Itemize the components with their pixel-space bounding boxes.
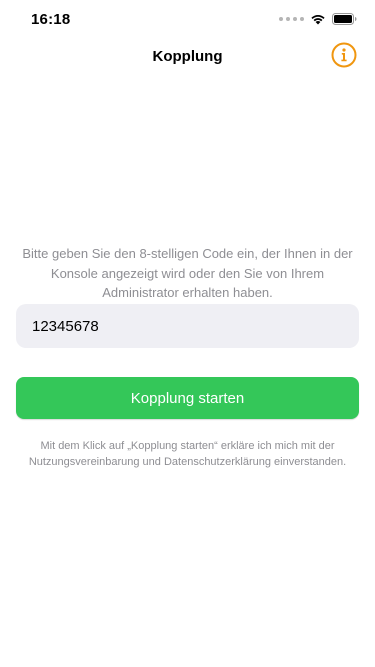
- instructions-text: Bitte geben Sie den 8-stelligen Code ein…: [22, 246, 353, 300]
- start-pairing-button[interactable]: Kopplung starten: [16, 377, 359, 419]
- info-icon[interactable]: [331, 42, 357, 68]
- status-time: 16:18: [31, 11, 71, 28]
- battery-icon: [332, 13, 357, 25]
- page-title: Kopplung: [152, 48, 223, 65]
- status-bar: 16:18: [0, 0, 375, 40]
- cellular-signal-icon: [279, 17, 304, 21]
- wifi-icon: [310, 13, 326, 25]
- status-icons: [279, 13, 357, 25]
- pairing-code-input[interactable]: [16, 304, 359, 348]
- legal-consent-text: Mit dem Klick auf „Kopplung starten“ erk…: [28, 440, 347, 468]
- navigation-bar: Kopplung: [0, 40, 375, 72]
